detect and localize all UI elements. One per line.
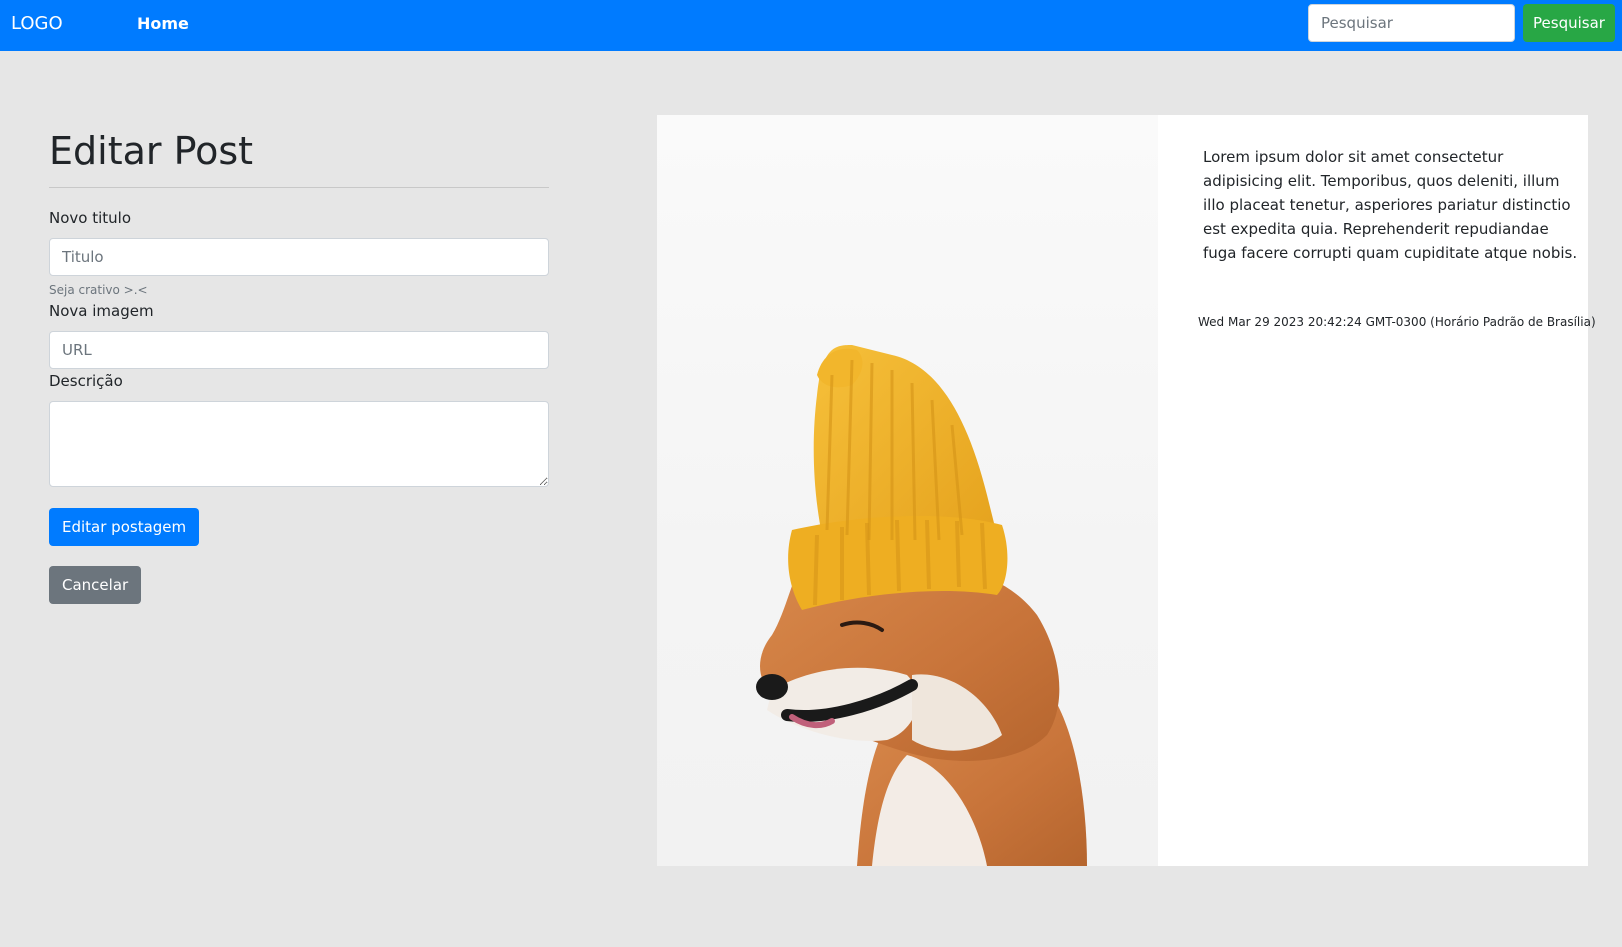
nav-link-home[interactable]: Home xyxy=(137,14,189,33)
page-title: Editar Post xyxy=(49,129,254,173)
search-input[interactable] xyxy=(1308,4,1515,42)
logo[interactable]: LOGO xyxy=(11,13,63,34)
title-divider xyxy=(49,187,549,188)
post-image xyxy=(657,115,1158,866)
title-help-text: Seja crativo >.< xyxy=(49,283,148,297)
dog-in-beanie-illustration xyxy=(756,345,1087,866)
search-button[interactable]: Pesquisar xyxy=(1523,4,1615,42)
image-url-input[interactable] xyxy=(49,331,549,369)
image-label: Nova imagem xyxy=(49,302,154,320)
post-date: Wed Mar 29 2023 20:42:24 GMT-0300 (Horár… xyxy=(1198,315,1596,329)
description-label: Descrição xyxy=(49,372,123,390)
edit-post-form: Editar Post Novo titulo Seja crativo >.<… xyxy=(49,125,549,604)
top-navbar: LOGO Home Pesquisar xyxy=(0,0,1622,51)
cancel-button[interactable]: Cancelar xyxy=(49,566,142,604)
description-textarea[interactable] xyxy=(49,401,549,487)
title-input[interactable] xyxy=(49,238,549,276)
post-text: Lorem ipsum dolor sit amet consectetur a… xyxy=(1203,148,1578,262)
post-preview-card: Lorem ipsum dolor sit amet consectetur a… xyxy=(657,115,1596,866)
title-label: Novo titulo xyxy=(49,209,132,227)
edit-post-button[interactable]: Editar postagem xyxy=(49,508,200,546)
